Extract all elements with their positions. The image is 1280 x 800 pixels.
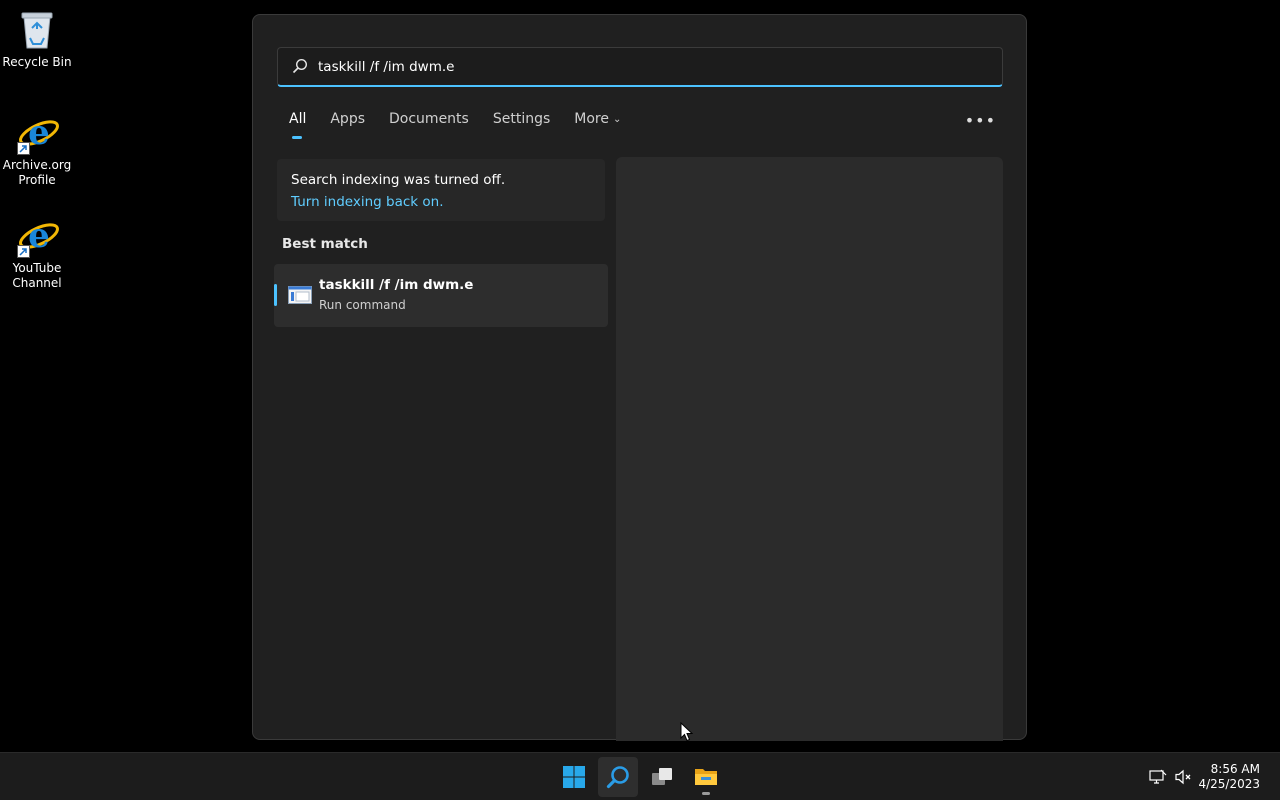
turn-indexing-on-link[interactable]: Turn indexing back on. [291, 194, 444, 210]
desktop-icon-recycle-bin[interactable]: Recycle Bin [0, 8, 74, 70]
indexing-message: Search indexing was turned off. [291, 172, 506, 188]
ellipsis-icon[interactable]: ••• [965, 111, 996, 130]
chevron-down-icon: ⌄ [612, 114, 622, 125]
tab-documents[interactable]: Documents [389, 111, 469, 137]
tab-settings[interactable]: Settings [493, 111, 550, 137]
result-title: taskkill /f /im dwm.e [319, 277, 474, 293]
running-indicator [702, 792, 710, 795]
taskbar: 8:56 AM 4/25/2023 [0, 752, 1280, 800]
search-input[interactable] [318, 48, 978, 86]
best-match-result[interactable]: taskkill /f /im dwm.e Run command [274, 264, 608, 327]
recycle-bin-icon [15, 8, 59, 52]
tab-apps[interactable]: Apps [330, 111, 365, 137]
tab-label: More [574, 111, 609, 127]
clock-time: 8:56 AM [1210, 762, 1260, 776]
file-explorer-button[interactable] [686, 757, 726, 797]
shortcut-arrow-icon [17, 142, 30, 155]
run-command-icon [288, 285, 312, 309]
volume-muted-icon[interactable] [1175, 769, 1193, 789]
tab-all[interactable]: All [289, 111, 307, 139]
svg-text:e: e [28, 113, 50, 153]
filter-tabs: All Apps Documents Settings More ⌄ [289, 111, 621, 141]
shortcut-arrow-icon [17, 245, 30, 258]
task-view-button[interactable] [642, 757, 682, 797]
search-panel: All Apps Documents Settings More⌄ ••• Se… [252, 14, 1027, 741]
selection-indicator [274, 284, 277, 306]
desktop-icon-label: Archive.org Profile [2, 158, 72, 187]
tab-label: Documents [389, 111, 469, 127]
desktop-icon-archive-org[interactable]: e Archive.org Profile [0, 111, 74, 188]
result-subtitle: Run command [319, 298, 406, 312]
svg-text:e: e [28, 216, 50, 256]
tab-more[interactable]: More ⌄ [574, 111, 621, 137]
preview-pane [616, 157, 1003, 741]
search-icon [292, 58, 308, 78]
desktop-icon-label: Recycle Bin [2, 55, 72, 69]
desktop-icon-label: YouTube Channel [12, 261, 62, 290]
internet-explorer-icon: e [15, 111, 59, 155]
clock-date: 4/25/2023 [1198, 777, 1260, 791]
best-match-heading: Best match [282, 236, 368, 252]
search-taskbar-button[interactable] [598, 757, 638, 797]
tab-label: All [289, 111, 307, 127]
search-box[interactable] [277, 47, 1003, 87]
tab-label: Settings [492, 111, 551, 127]
desktop-icon-youtube-channel[interactable]: e YouTube Channel [0, 214, 74, 291]
system-clock[interactable]: 8:56 AM 4/25/2023 [1198, 762, 1260, 792]
start-button[interactable] [554, 757, 594, 797]
mouse-cursor-icon [680, 721, 694, 746]
internet-explorer-icon: e [15, 214, 59, 258]
network-icon[interactable] [1149, 769, 1167, 789]
indexing-notice: Search indexing was turned off. Turn ind… [277, 159, 605, 221]
tab-label: Apps [330, 111, 366, 127]
